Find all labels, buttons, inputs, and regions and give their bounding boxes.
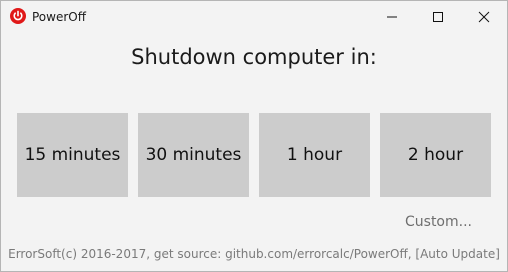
option-1-hour-button[interactable]: 1 hour xyxy=(259,113,370,197)
power-icon xyxy=(10,8,26,24)
shutdown-heading: Shutdown computer in: xyxy=(131,45,377,69)
close-button[interactable] xyxy=(461,1,507,32)
title-bar[interactable]: PowerOff xyxy=(1,1,507,32)
minimize-button[interactable] xyxy=(369,1,415,32)
maximize-icon xyxy=(433,12,443,22)
maximize-button[interactable] xyxy=(415,1,461,32)
footer-credits[interactable]: ErrorSoft(c) 2016-2017, get source: gith… xyxy=(1,247,507,261)
option-15-minutes-button[interactable]: 15 minutes xyxy=(17,113,128,197)
window-title: PowerOff xyxy=(32,10,86,24)
app-window: PowerOff Shutdown computer in: 15 minute… xyxy=(0,0,508,272)
option-2-hour-button[interactable]: 2 hour xyxy=(380,113,491,197)
option-30-minutes-button[interactable]: 30 minutes xyxy=(138,113,249,197)
minimize-icon xyxy=(387,16,397,18)
close-icon xyxy=(478,11,490,23)
custom-link[interactable]: Custom... xyxy=(405,214,472,230)
